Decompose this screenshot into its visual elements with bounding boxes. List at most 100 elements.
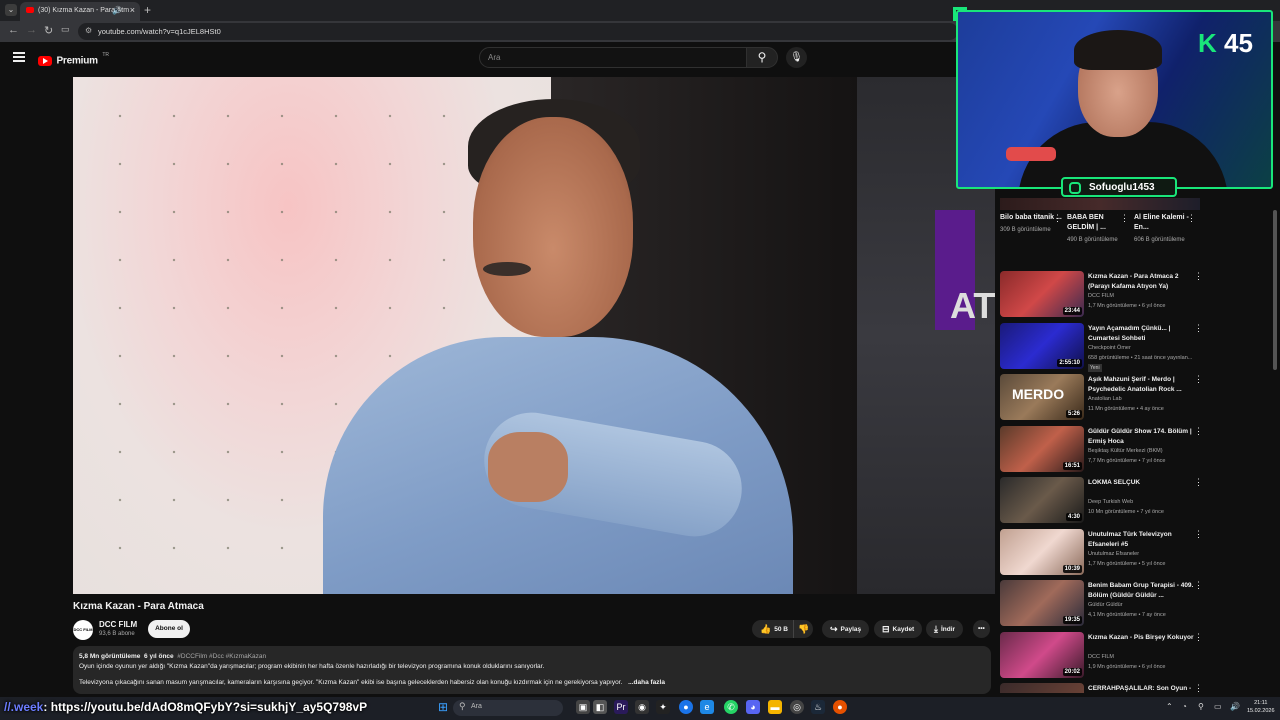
new-tab-icon[interactable]: + — [144, 3, 151, 17]
stream-logo-number: 45 — [1224, 28, 1253, 58]
app-icon-3[interactable]: ✦ — [656, 700, 670, 714]
app-icon-1[interactable]: ◧ — [593, 700, 607, 714]
recommendation-options-icon[interactable]: ⋮ — [1194, 323, 1203, 334]
recommendation-thumbnail[interactable]: MERDO 5:26 — [1000, 374, 1084, 420]
recommendation-options-icon[interactable]: ⋮ — [1194, 426, 1203, 437]
app-icon-2[interactable]: ◉ — [635, 700, 649, 714]
recommendation-item[interactable]: 4:30 LOKMA SELÇUK Deep Turkish Web 10 Mn gö… — [1000, 477, 1205, 523]
video-title: Kızma Kazan - Para Atmaca — [73, 601, 204, 612]
taskbar-search[interactable]: ⚲ Ara — [453, 700, 563, 716]
show-more-link[interactable]: ...daha fazla — [628, 679, 665, 686]
obs-icon[interactable]: ◎ — [790, 700, 804, 714]
short-options-icon[interactable]: ⋮ — [1120, 213, 1129, 224]
recommendation-thumbnail[interactable]: 19:35 — [1000, 580, 1084, 626]
edge-icon[interactable]: e — [700, 700, 714, 714]
recommendation-channel[interactable]: Unutulmaz Efsaneler — [1088, 551, 1139, 557]
recommendation-options-icon[interactable]: ⋮ — [1194, 632, 1203, 643]
recommendation-item[interactable]: MERDO 5:26 Aşık Mahzuni Şerif - Merdo | Ps… — [1000, 374, 1205, 420]
video-duration: 2:55:10 — [1057, 359, 1082, 367]
video-duration: 5:26 — [1065, 410, 1082, 418]
description-box[interactable]: 5,8 Mn görüntüleme 6 yıl önce #DCCFilm #… — [73, 646, 991, 694]
premiere-icon[interactable]: Pr — [614, 700, 628, 714]
discord-icon[interactable]: ◕ — [746, 700, 760, 714]
recommendation-options-icon[interactable]: ⋮ — [1194, 271, 1203, 282]
recommendation-item[interactable]: 10:39 Unutulmaz Türk Televizyon Efsaneler… — [1000, 529, 1205, 575]
recommendation-channel[interactable]: DCC FILM — [1088, 293, 1114, 299]
short-item[interactable]: BABA BEN GELDİM | ... 490 B görüntüleme ⋮ — [1067, 213, 1129, 245]
recommendation-channel[interactable]: Checkpoint Ömer — [1088, 345, 1131, 351]
recommendation-thumbnail[interactable]: 10:39 — [1000, 529, 1084, 575]
page-scrollbar[interactable] — [1273, 210, 1277, 370]
site-info-icon[interactable]: ⚙ — [85, 26, 92, 35]
search-input[interactable]: Ara — [479, 47, 747, 68]
split-view-icon[interactable]: ▭ — [61, 24, 70, 35]
windows-start-icon[interactable]: ⊞ — [436, 700, 450, 714]
mic-tray-icon[interactable]: ⚲ — [1198, 702, 1204, 711]
short-item[interactable]: Al Eline Kalemi - En... 606 B görüntüleme… — [1134, 213, 1196, 245]
recommendation-options-icon[interactable]: ⋮ — [1194, 529, 1203, 540]
menu-icon[interactable] — [13, 52, 25, 62]
tab-search-icon[interactable]: ⌄ — [5, 4, 17, 16]
recommendation-item[interactable]: CERRAHPAŞALILAR: Son Oyun - ⋮ — [1000, 683, 1205, 693]
short-item[interactable]: Bilo baba titanik ... 309 B görüntüleme ⋮ — [1000, 213, 1062, 235]
tray-arrow-icon[interactable]: ⌃ — [1166, 702, 1173, 711]
dislike-button[interactable]: 👎 — [793, 620, 814, 638]
recommendation-channel[interactable]: DCC FILM — [1088, 654, 1114, 660]
recommendation-meta: 11 Mn görüntüleme • 4 ay önce — [1088, 406, 1164, 412]
recommendation-options-icon[interactable]: ⋮ — [1194, 683, 1203, 693]
recommendation-thumbnail[interactable]: 2:55:10 — [1000, 323, 1084, 369]
network-icon[interactable]: ◔ — [1182, 702, 1187, 711]
channel-avatar[interactable]: DCC FILM — [73, 620, 93, 640]
recommendation-options-icon[interactable]: ⋮ — [1194, 580, 1203, 591]
recommendation-thumbnail[interactable]: 20:02 — [1000, 632, 1084, 678]
clock[interactable]: 21:11 15.02.2026 — [1247, 699, 1275, 715]
recommendation-channel[interactable]: Beşiktaş Kültür Merkezi (BKM) — [1088, 448, 1163, 454]
description-line-1: Oyun içinde oyunun yer aldığı "Kızma Kaz… — [79, 663, 545, 670]
search-button[interactable]: ⚲ — [746, 47, 778, 68]
chrome-icon[interactable]: ● — [679, 700, 693, 714]
shorts-thumbnails[interactable] — [1000, 198, 1200, 210]
short-options-icon[interactable]: ⋮ — [1053, 213, 1062, 224]
hashtags[interactable]: #DCCFilm #Dcc #KızmaKazan — [177, 653, 266, 660]
voice-search-icon[interactable]: 🎙 — [786, 47, 807, 68]
save-button[interactable]: ⊟ Kaydet — [874, 620, 923, 638]
recommendation-item[interactable]: 23:44 Kızma Kazan - Para Atmaca 2 (Parayı… — [1000, 271, 1205, 317]
share-button[interactable]: ↪ Paylaş — [822, 620, 870, 638]
recommendation-channel[interactable]: Anatolian Lab — [1088, 396, 1122, 402]
recommendation-thumbnail[interactable]: 16:51 — [1000, 426, 1084, 472]
download-button[interactable]: ⤓ İndir — [926, 620, 964, 638]
recommendation-options-icon[interactable]: ⋮ — [1194, 477, 1203, 488]
youtube-premium-logo[interactable]: Premium TR — [38, 52, 109, 70]
close-tab-icon[interactable]: × — [130, 5, 135, 15]
recommendation-options-icon[interactable]: ⋮ — [1194, 374, 1203, 385]
channel-name[interactable]: DCC FILM — [99, 620, 137, 629]
subscribe-button[interactable]: Abone ol — [148, 620, 190, 638]
recommendation-thumbnail[interactable]: 4:30 — [1000, 477, 1084, 523]
file-explorer-icon[interactable]: ▬ — [768, 700, 782, 714]
short-options-icon[interactable]: ⋮ — [1187, 213, 1196, 224]
recommendation-item[interactable]: 2:55:10 Yayın Açamadım Çünkü... | Cumarte… — [1000, 323, 1205, 372]
recommendation-item[interactable]: 16:51 Güldür Güldür Show 174. Bölüm | Erm… — [1000, 426, 1205, 472]
recommendation-title: Güldür Güldür Show 174. Bölüm | Ermiş Ho… — [1088, 428, 1192, 445]
task-view-icon[interactable]: ▣ — [576, 700, 590, 714]
url-input[interactable]: ⚙ youtube.com/watch?v=q1cJEL8HSt0 — [78, 23, 958, 40]
speaker-icon[interactable]: 🔊 — [112, 6, 122, 15]
back-icon[interactable]: ← — [8, 24, 19, 36]
recommendation-channel[interactable]: Güldür Güldür — [1088, 602, 1123, 608]
recommendation-thumbnail[interactable]: 23:44 — [1000, 271, 1084, 317]
recommendation-item[interactable]: 19:35 Benim Babam Grup Terapisi - 409. Bö… — [1000, 580, 1205, 626]
video-player[interactable] — [73, 77, 857, 594]
recommendation-item[interactable]: 20:02 Kızma Kazan - Pis Birşey Kokuyor DCC… — [1000, 632, 1205, 678]
recommendation-meta: 658 görüntüleme • 21 saat önce yayınlan.… — [1088, 355, 1193, 361]
steam-icon[interactable]: ♨ — [811, 700, 825, 714]
reload-icon[interactable]: ↻ — [44, 24, 53, 37]
recommendation-channel[interactable]: Deep Turkish Web — [1088, 499, 1133, 505]
volume-icon[interactable]: 🔊 — [1230, 702, 1240, 711]
whatsapp-icon[interactable]: ✆ — [724, 700, 738, 714]
forward-icon[interactable]: → — [26, 24, 37, 36]
monitor-icon[interactable]: ▭ — [1214, 702, 1222, 711]
app-icon-4[interactable]: ● — [833, 700, 847, 714]
browser-tab-active[interactable]: (30) Kızma Kazan - Para Atm 🔊 × — [20, 2, 140, 21]
recommendation-thumbnail[interactable] — [1000, 683, 1084, 693]
more-actions-button[interactable]: ••• — [973, 620, 990, 638]
